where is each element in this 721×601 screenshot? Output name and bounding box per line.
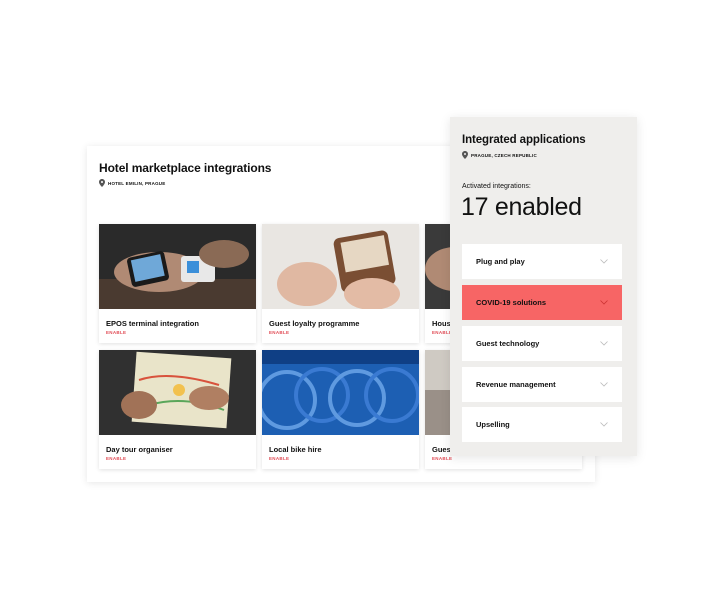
- card-name: Hous: [432, 319, 451, 328]
- panel-title: Integrated applications: [462, 134, 586, 146]
- category-upselling[interactable]: Upselling: [462, 407, 622, 442]
- card-name: EPOS terminal integration: [106, 319, 199, 328]
- chevron-down-icon: [600, 300, 608, 305]
- category-revenue-management[interactable]: Revenue management: [462, 367, 622, 402]
- enable-link[interactable]: ENABLE: [106, 456, 126, 461]
- category-label: Guest technology: [476, 339, 540, 348]
- integration-card-epos[interactable]: EPOS terminal integration ENABLE: [99, 224, 256, 343]
- card-name: Day tour organiser: [106, 445, 173, 454]
- chevron-down-icon: [600, 341, 608, 346]
- panel-location: PRAGUE, CZECH REPUBLIC: [462, 151, 537, 159]
- chevron-down-icon: [600, 259, 608, 264]
- location-pin-icon: [462, 151, 468, 159]
- integration-card-loyalty[interactable]: Guest loyalty programme ENABLE: [262, 224, 419, 343]
- chevron-down-icon: [600, 422, 608, 427]
- enable-link[interactable]: ENABLE: [432, 456, 452, 461]
- day-tour-image: [99, 350, 256, 435]
- integration-card-bike-hire[interactable]: Local bike hire ENABLE: [262, 350, 419, 469]
- category-label: Revenue management: [476, 380, 556, 389]
- integrated-applications-panel: Integrated applications PRAGUE, CZECH RE…: [450, 117, 637, 456]
- marketplace-location-text: HOTEL EMILIN, PRAGUE: [108, 180, 166, 186]
- chevron-down-icon: [600, 382, 608, 387]
- integration-card-day-tour[interactable]: Day tour organiser ENABLE: [99, 350, 256, 469]
- category-label: COVID-19 solutions: [476, 298, 547, 307]
- card-name: Guest loyalty programme: [269, 319, 360, 328]
- category-plug-and-play[interactable]: Plug and play: [462, 244, 622, 279]
- bike-hire-image: [262, 350, 419, 435]
- category-label: Upselling: [476, 420, 510, 429]
- loyalty-image: [262, 224, 419, 309]
- category-covid-19-solutions[interactable]: COVID-19 solutions: [462, 285, 622, 320]
- enable-link[interactable]: ENABLE: [269, 456, 289, 461]
- panel-location-text: PRAGUE, CZECH REPUBLIC: [471, 152, 537, 158]
- category-guest-technology[interactable]: Guest technology: [462, 326, 622, 361]
- enable-link[interactable]: ENABLE: [106, 330, 126, 335]
- activated-count: 17 enabled: [461, 193, 582, 221]
- marketplace-location: HOTEL EMILIN, PRAGUE: [99, 179, 165, 187]
- enable-link[interactable]: ENABLE: [269, 330, 289, 335]
- card-name: Local bike hire: [269, 445, 322, 454]
- epos-image: [99, 224, 256, 309]
- category-label: Plug and play: [476, 257, 525, 266]
- activated-label: Activated integrations:: [462, 183, 531, 190]
- location-pin-icon: [99, 179, 105, 187]
- marketplace-title: Hotel marketplace integrations: [99, 161, 272, 175]
- card-name: Gues: [432, 445, 451, 454]
